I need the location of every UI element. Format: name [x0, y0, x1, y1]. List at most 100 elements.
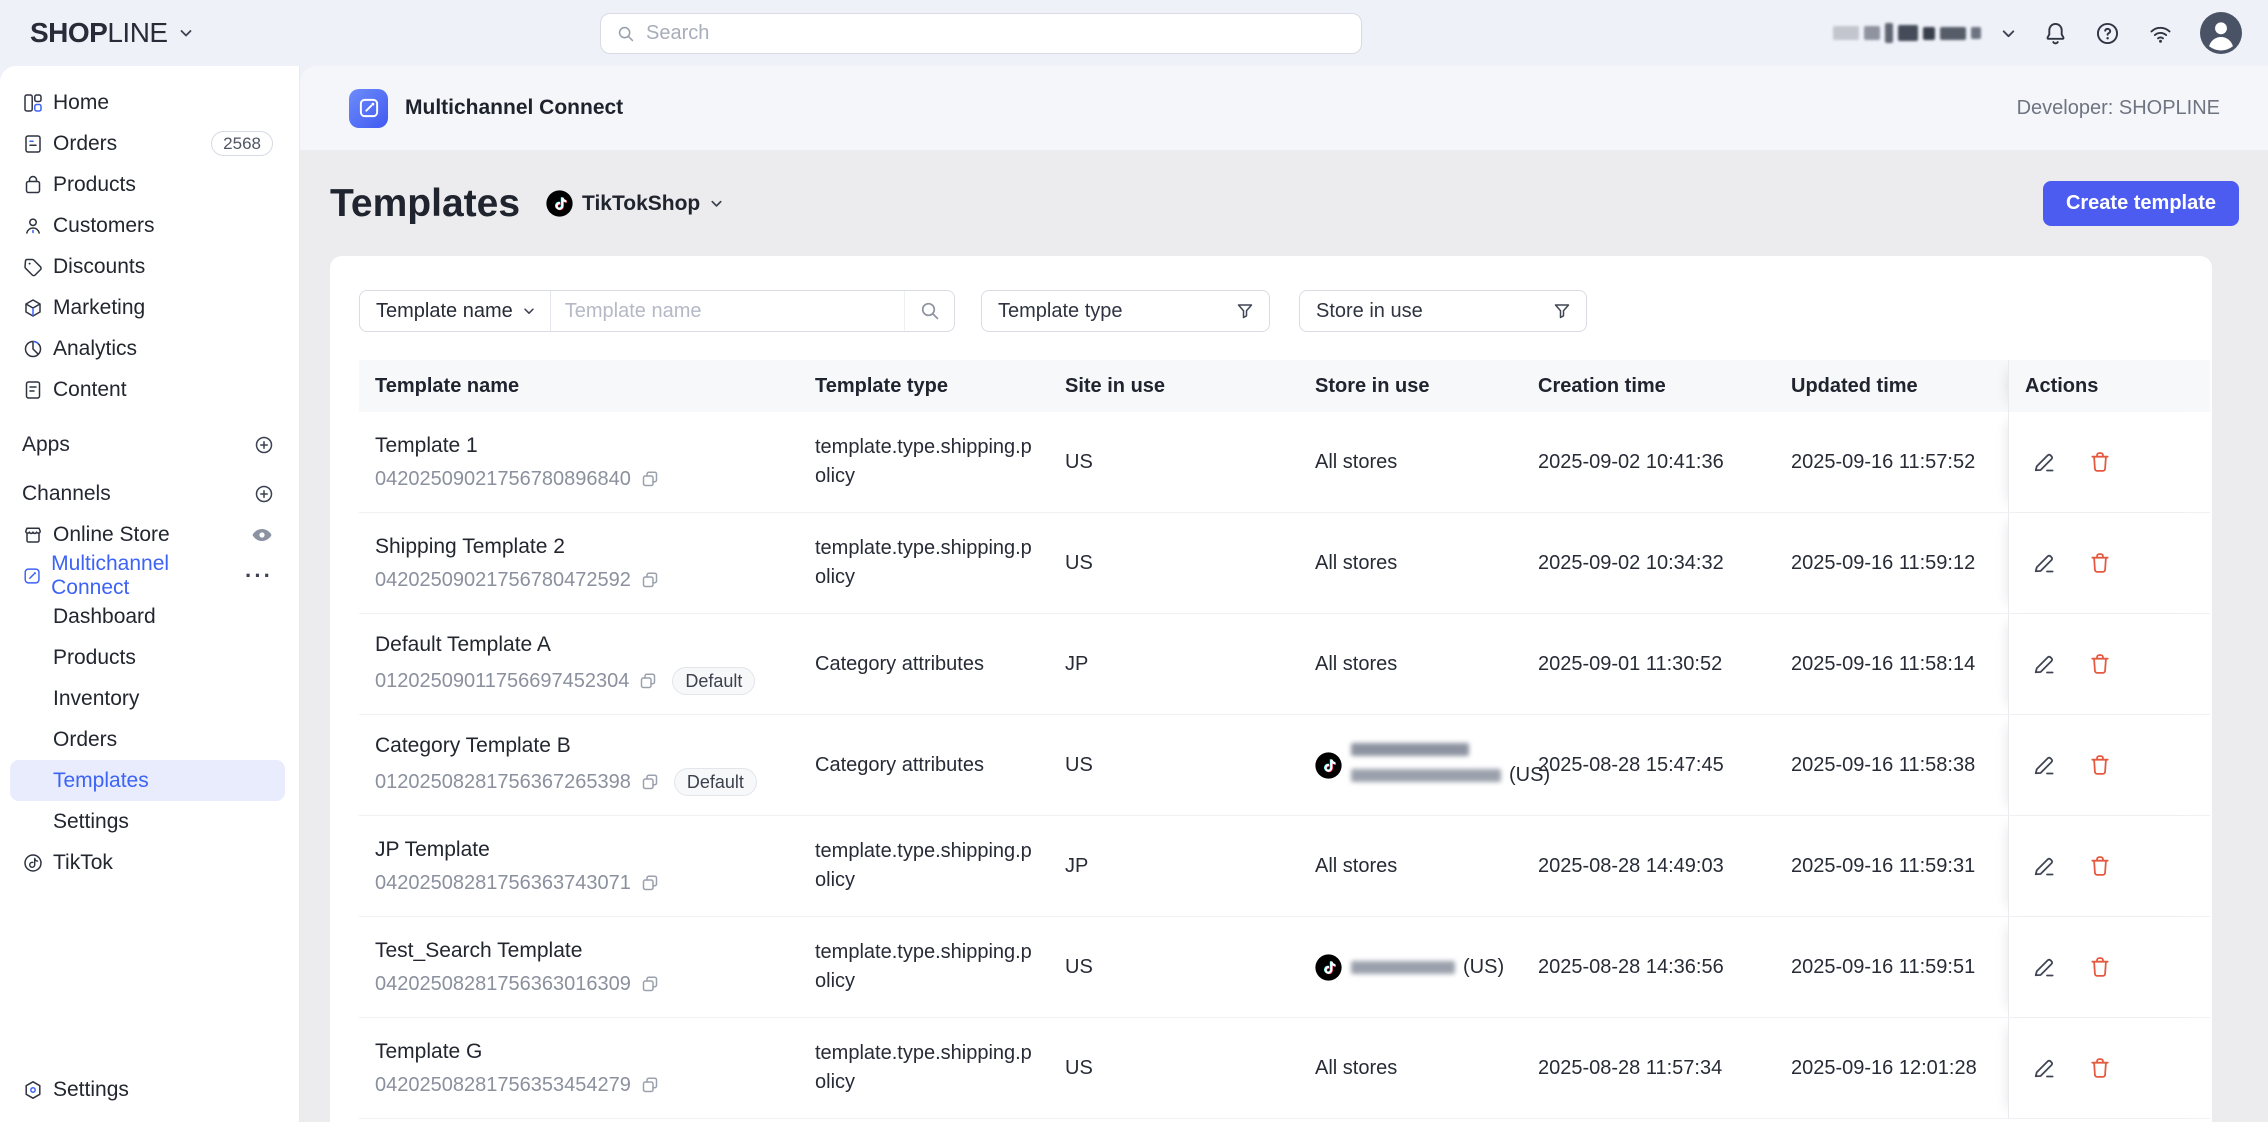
- cube-icon: [22, 297, 44, 319]
- edit-button[interactable]: [2031, 651, 2057, 677]
- store-name-redacted-line2: [1351, 769, 1501, 782]
- template-id: 04202509021756780896840: [375, 468, 631, 491]
- delete-button[interactable]: [2087, 752, 2113, 778]
- updated-time: 2025-09-16 12:01:28: [1791, 1057, 1977, 1080]
- delete-button[interactable]: [2087, 449, 2113, 475]
- site-in-use-cell: US: [1049, 1018, 1299, 1118]
- template-type-cell: template.type.shipping.policy: [799, 1018, 1049, 1118]
- bell-icon: [2042, 20, 2069, 47]
- pencil-icon: [2031, 1055, 2057, 1081]
- tiktok-outline-icon: [22, 852, 44, 874]
- copy-icon: [640, 974, 660, 994]
- create-template-button[interactable]: Create template: [2043, 181, 2239, 226]
- copy-id-button[interactable]: [640, 974, 660, 994]
- store-text: All stores: [1315, 1057, 1397, 1080]
- search-input[interactable]: [646, 22, 1347, 45]
- chevron-down-icon: [709, 196, 724, 211]
- sidebar-item-dashboard[interactable]: Dashboard: [10, 596, 285, 637]
- notifications-button[interactable]: [2042, 20, 2069, 47]
- sidebar-item-content[interactable]: Content: [10, 369, 285, 410]
- table-row: Test_Search Template 0420250828175636301…: [359, 917, 2210, 1018]
- sidebar-item-discounts[interactable]: Discounts: [10, 246, 285, 287]
- template-name: Template 1: [375, 434, 478, 458]
- template-type: template.type.shipping.policy: [815, 433, 1033, 491]
- eye-icon[interactable]: [251, 524, 273, 546]
- edit-button[interactable]: [2031, 853, 2057, 879]
- sidebar-item-marketing[interactable]: Marketing: [10, 287, 285, 328]
- template-name-search-input[interactable]: [551, 300, 904, 323]
- delete-button[interactable]: [2087, 1055, 2113, 1081]
- column-header-template-type: Template type: [799, 360, 1049, 412]
- template-name: Default Template A: [375, 633, 551, 657]
- sidebar-item-templates[interactable]: Templates: [10, 760, 285, 801]
- sidebar-item-analytics[interactable]: Analytics: [10, 328, 285, 369]
- channel-selector[interactable]: TikTokShop: [546, 190, 724, 217]
- copy-id-button[interactable]: [640, 1075, 660, 1095]
- template-type-filter[interactable]: Template type: [981, 290, 1270, 332]
- store-in-use-filter[interactable]: Store in use: [1299, 290, 1587, 332]
- template-type: template.type.shipping.policy: [815, 1039, 1033, 1097]
- sidebar-item-settings[interactable]: Settings: [10, 1069, 285, 1110]
- copy-id-button[interactable]: [640, 570, 660, 590]
- sidebar-item-tiktok[interactable]: TikTok: [10, 842, 285, 883]
- store-in-use-cell: All stores: [1299, 513, 1522, 613]
- sidebar-item-home[interactable]: Home: [10, 82, 285, 123]
- site-in-use-cell: US: [1049, 513, 1299, 613]
- sidebar-item-online-store[interactable]: Online Store: [10, 514, 285, 555]
- account-menu-button[interactable]: [2200, 12, 2242, 54]
- updated-time: 2025-09-16 11:59:12: [1791, 552, 1975, 575]
- default-badge: Default: [674, 768, 757, 796]
- delete-button[interactable]: [2087, 954, 2113, 980]
- edit-button[interactable]: [2031, 449, 2057, 475]
- storefront-icon: [22, 524, 44, 546]
- workspace-switcher[interactable]: SHOPLINE: [30, 17, 194, 49]
- delete-button[interactable]: [2087, 550, 2113, 576]
- search-field-select[interactable]: Template name: [360, 291, 551, 331]
- template-name-cell: Shipping Template 2 04202509021756780472…: [359, 513, 799, 613]
- sidebar-item-products[interactable]: Products: [10, 164, 285, 205]
- copy-id-button[interactable]: [640, 873, 660, 893]
- actions-cell: [2008, 614, 2210, 714]
- channels-section-header: Channels: [0, 473, 299, 514]
- template-type-cell: template.type.shipping.policy: [799, 816, 1049, 916]
- column-header-updated-time: Updated time: [1775, 360, 2008, 412]
- sidebar-item-label: Settings: [53, 810, 129, 834]
- help-button[interactable]: [2094, 20, 2121, 47]
- sidebar-item-multichannel-connect[interactable]: Multichannel Connect ···: [10, 555, 285, 596]
- channels-label: Channels: [22, 482, 111, 506]
- edit-button[interactable]: [2031, 550, 2057, 576]
- copy-id-button[interactable]: [640, 469, 660, 489]
- copy-id-button[interactable]: [638, 671, 658, 691]
- edit-button[interactable]: [2031, 752, 2057, 778]
- sidebar-item-customers[interactable]: Customers: [10, 205, 285, 246]
- network-status-button[interactable]: [2146, 20, 2175, 47]
- global-search[interactable]: [600, 13, 1362, 54]
- multichannel-connect-app-icon: [349, 89, 388, 128]
- sidebar-item-mc-products[interactable]: Products: [10, 637, 285, 678]
- add-app-icon[interactable]: [253, 434, 275, 456]
- updated-time-cell: 2025-09-16 11:58:38: [1775, 715, 2008, 815]
- sidebar-item-orders[interactable]: Orders 2568: [10, 123, 285, 164]
- delete-button[interactable]: [2087, 853, 2113, 879]
- edit-button[interactable]: [2031, 1055, 2057, 1081]
- main-area: Multichannel Connect Developer: SHOPLINE…: [300, 66, 2268, 1122]
- site-in-use: JP: [1065, 653, 1088, 676]
- site-in-use: US: [1065, 1057, 1093, 1080]
- sidebar-item-mc-orders[interactable]: Orders: [10, 719, 285, 760]
- edit-button[interactable]: [2031, 954, 2057, 980]
- chevron-down-icon[interactable]: [2000, 25, 2017, 42]
- add-channel-icon[interactable]: [253, 483, 275, 505]
- updated-time-cell: 2025-09-16 11:59:31: [1775, 816, 2008, 916]
- sidebar-item-inventory[interactable]: Inventory: [10, 678, 285, 719]
- creation-time-cell: 2025-09-01 11:30:52: [1522, 614, 1775, 714]
- orders-icon: [22, 133, 44, 155]
- sidebar-item-mc-settings[interactable]: Settings: [10, 801, 285, 842]
- template-name-cell: Default Template A 012025090117566974523…: [359, 614, 799, 714]
- more-options-icon[interactable]: ···: [245, 563, 273, 589]
- sidebar-item-label: Products: [53, 173, 136, 197]
- delete-button[interactable]: [2087, 651, 2113, 677]
- copy-id-button[interactable]: [640, 772, 660, 792]
- search-submit-button[interactable]: [904, 291, 954, 331]
- search-combo: Template name: [359, 290, 955, 332]
- site-in-use-cell: JP: [1049, 614, 1299, 714]
